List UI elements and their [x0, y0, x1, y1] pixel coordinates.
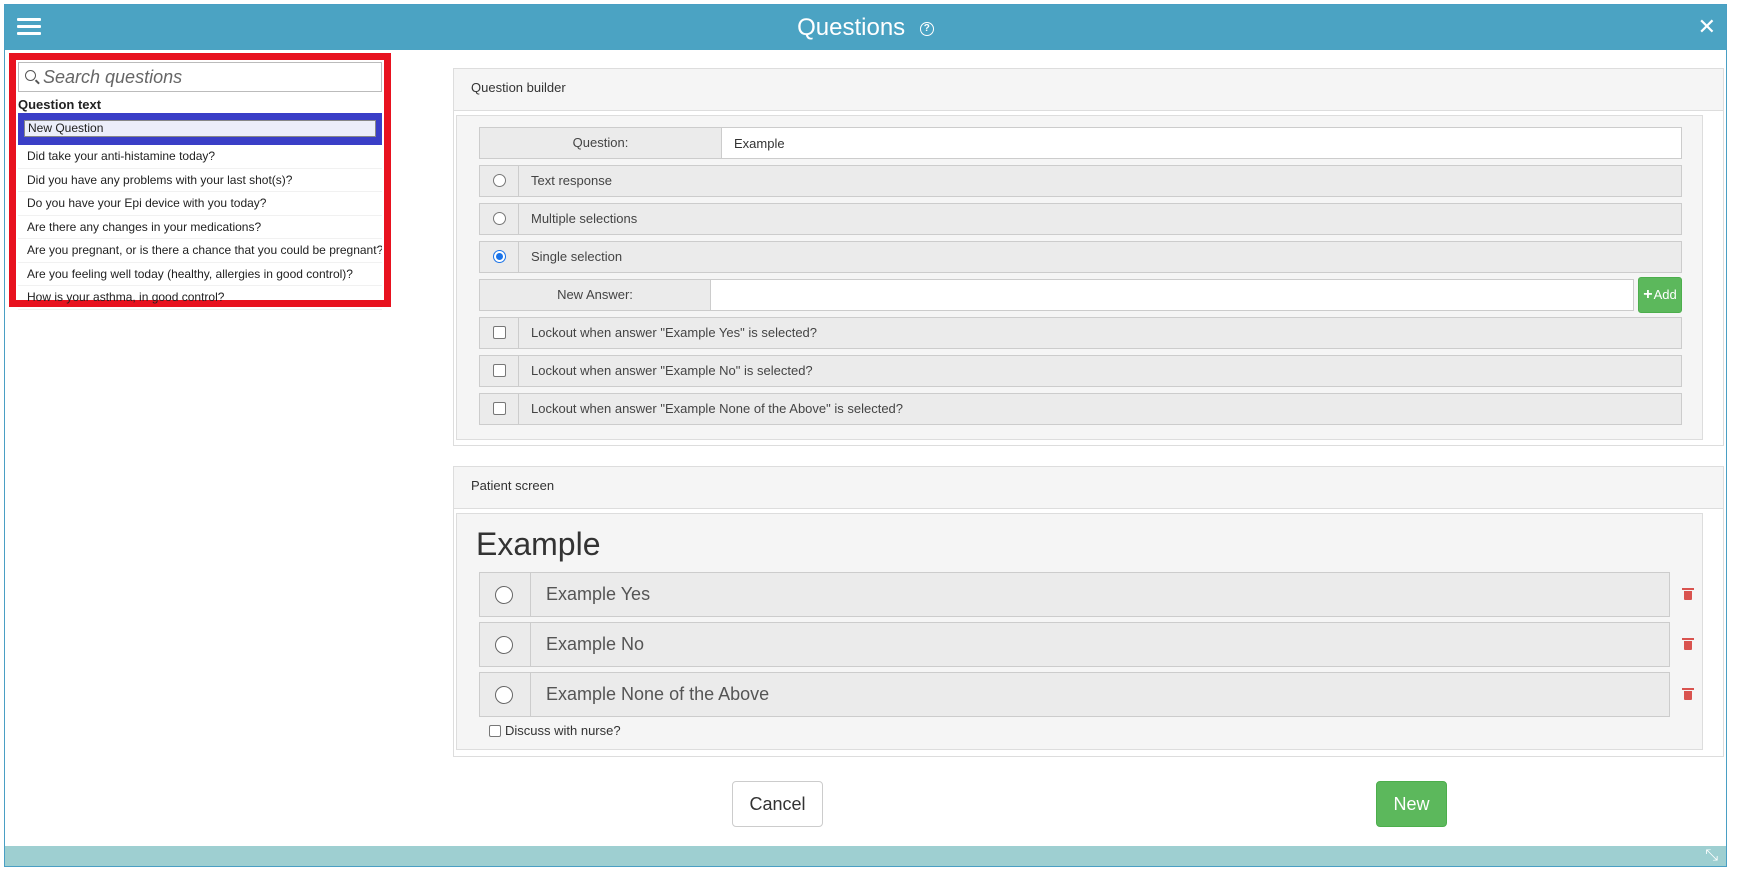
patient-answer-row[interactable]: Example Yes	[479, 572, 1694, 617]
patient-answer-radio[interactable]	[495, 686, 513, 704]
question-list-item[interactable]: New Question	[18, 113, 382, 145]
resize-icon[interactable]: ⤡	[1705, 848, 1718, 864]
close-icon[interactable]: ✕	[1698, 15, 1716, 39]
patient-question-title: Example	[476, 526, 601, 562]
question-list-panel: Question text New Question Did take your…	[9, 53, 391, 310]
question-list-item[interactable]: Are you feeling well today (healthy, all…	[18, 263, 382, 286]
patient-screen-body: Example Example Yes Example No Example N…	[456, 513, 1703, 750]
patient-answer-row[interactable]: Example None of the Above	[479, 672, 1694, 717]
type-single-selection-row[interactable]: Single selection	[479, 241, 1682, 273]
title-bar: Questions ? ✕	[5, 5, 1726, 50]
lockout-label: Lockout when answer "Example No" is sele…	[531, 363, 813, 378]
patient-answer-label: Example None of the Above	[546, 684, 770, 704]
trash-icon[interactable]	[1682, 688, 1694, 700]
trash-icon[interactable]	[1682, 588, 1694, 600]
search-input[interactable]	[41, 63, 379, 91]
status-bar: ⤡	[5, 846, 1726, 866]
type-multiple-selections-row[interactable]: Multiple selections	[479, 203, 1682, 235]
patient-screen-panel: Patient screen Example Example Yes Examp…	[453, 466, 1724, 757]
lockout-checkbox[interactable]	[493, 402, 506, 415]
type-single-selection-radio[interactable]	[493, 250, 506, 263]
radio-cell	[480, 166, 519, 196]
patient-answer-label: Example Yes	[546, 584, 651, 604]
new-button[interactable]: New	[1376, 781, 1447, 827]
type-text-response-row[interactable]: Text response	[479, 165, 1682, 197]
question-list-item[interactable]: How is your asthma, in good control?	[18, 286, 382, 310]
question-list-item[interactable]: Did take your anti-histamine today?	[18, 145, 382, 169]
patient-answer-radio[interactable]	[495, 586, 513, 604]
question-list-item[interactable]: Are you pregnant, or is there a chance t…	[18, 239, 382, 263]
patient-answer-radio[interactable]	[495, 636, 513, 654]
question-row: Question:	[479, 127, 1682, 159]
lockout-row[interactable]: Lockout when answer "Example Yes" is sel…	[479, 317, 1682, 349]
lockout-row[interactable]: Lockout when answer "Example None of the…	[479, 393, 1682, 425]
checkbox-cell	[480, 394, 519, 424]
question-builder-body: Question: Text response Multiple selecti…	[456, 115, 1703, 440]
type-text-response-label: Text response	[531, 173, 612, 188]
add-answer-button[interactable]: +Add	[1638, 277, 1682, 313]
lockout-row[interactable]: Lockout when answer "Example No" is sele…	[479, 355, 1682, 387]
question-builder-panel: Question builder Question: Text response…	[453, 68, 1724, 446]
add-answer-label: Add	[1653, 287, 1677, 302]
radio-cell	[480, 573, 531, 616]
trash-icon[interactable]	[1682, 638, 1694, 650]
question-label: Question:	[480, 128, 722, 158]
new-answer-input[interactable]	[711, 280, 1633, 310]
question-builder-heading: Question builder	[454, 69, 1723, 111]
radio-cell	[480, 204, 519, 234]
new-answer-row: New Answer:	[479, 279, 1634, 311]
plus-icon: +	[1643, 286, 1653, 303]
window-title: Questions ?	[5, 14, 1726, 42]
checkbox-cell	[480, 318, 519, 348]
questions-window: Questions ? ✕ Question text New Question…	[4, 4, 1727, 867]
question-input[interactable]	[722, 128, 1681, 158]
question-list-header: Question text	[18, 97, 102, 112]
checkbox-cell	[480, 356, 519, 386]
discuss-with-nurse[interactable]: Discuss with nurse?	[489, 723, 621, 738]
type-multiple-selections-radio[interactable]	[493, 212, 506, 225]
radio-cell	[480, 673, 531, 716]
discuss-with-nurse-label: Discuss with nurse?	[505, 723, 621, 738]
lockout-checkbox[interactable]	[493, 364, 506, 377]
search-icon	[25, 70, 36, 81]
question-list-item[interactable]: Do you have your Epi device with you tod…	[18, 192, 382, 216]
type-single-selection-label: Single selection	[531, 249, 623, 264]
patient-answer-row[interactable]: Example No	[479, 622, 1694, 667]
lockout-checkbox[interactable]	[493, 326, 506, 339]
question-list-item-label: New Question	[24, 120, 376, 137]
radio-cell	[480, 242, 519, 272]
lockout-label: Lockout when answer "Example None of the…	[531, 401, 904, 416]
discuss-with-nurse-checkbox[interactable]	[489, 725, 501, 737]
search-box	[18, 62, 382, 92]
question-list-item[interactable]: Did you have any problems with your last…	[18, 169, 382, 192]
type-multiple-selections-label: Multiple selections	[531, 211, 638, 226]
cancel-button[interactable]: Cancel	[732, 781, 823, 827]
patient-answer-label: Example No	[546, 634, 645, 654]
radio-cell	[480, 623, 531, 666]
type-text-response-radio[interactable]	[493, 174, 506, 187]
new-answer-label: New Answer:	[480, 280, 711, 310]
question-list-item[interactable]: Are there any changes in your medication…	[18, 216, 382, 239]
window-title-text: Questions	[797, 14, 906, 41]
help-icon[interactable]: ?	[919, 21, 934, 36]
patient-screen-heading: Patient screen	[454, 467, 1723, 509]
question-list: New Question Did take your anti-histamin…	[18, 113, 382, 310]
lockout-label: Lockout when answer "Example Yes" is sel…	[531, 325, 818, 340]
